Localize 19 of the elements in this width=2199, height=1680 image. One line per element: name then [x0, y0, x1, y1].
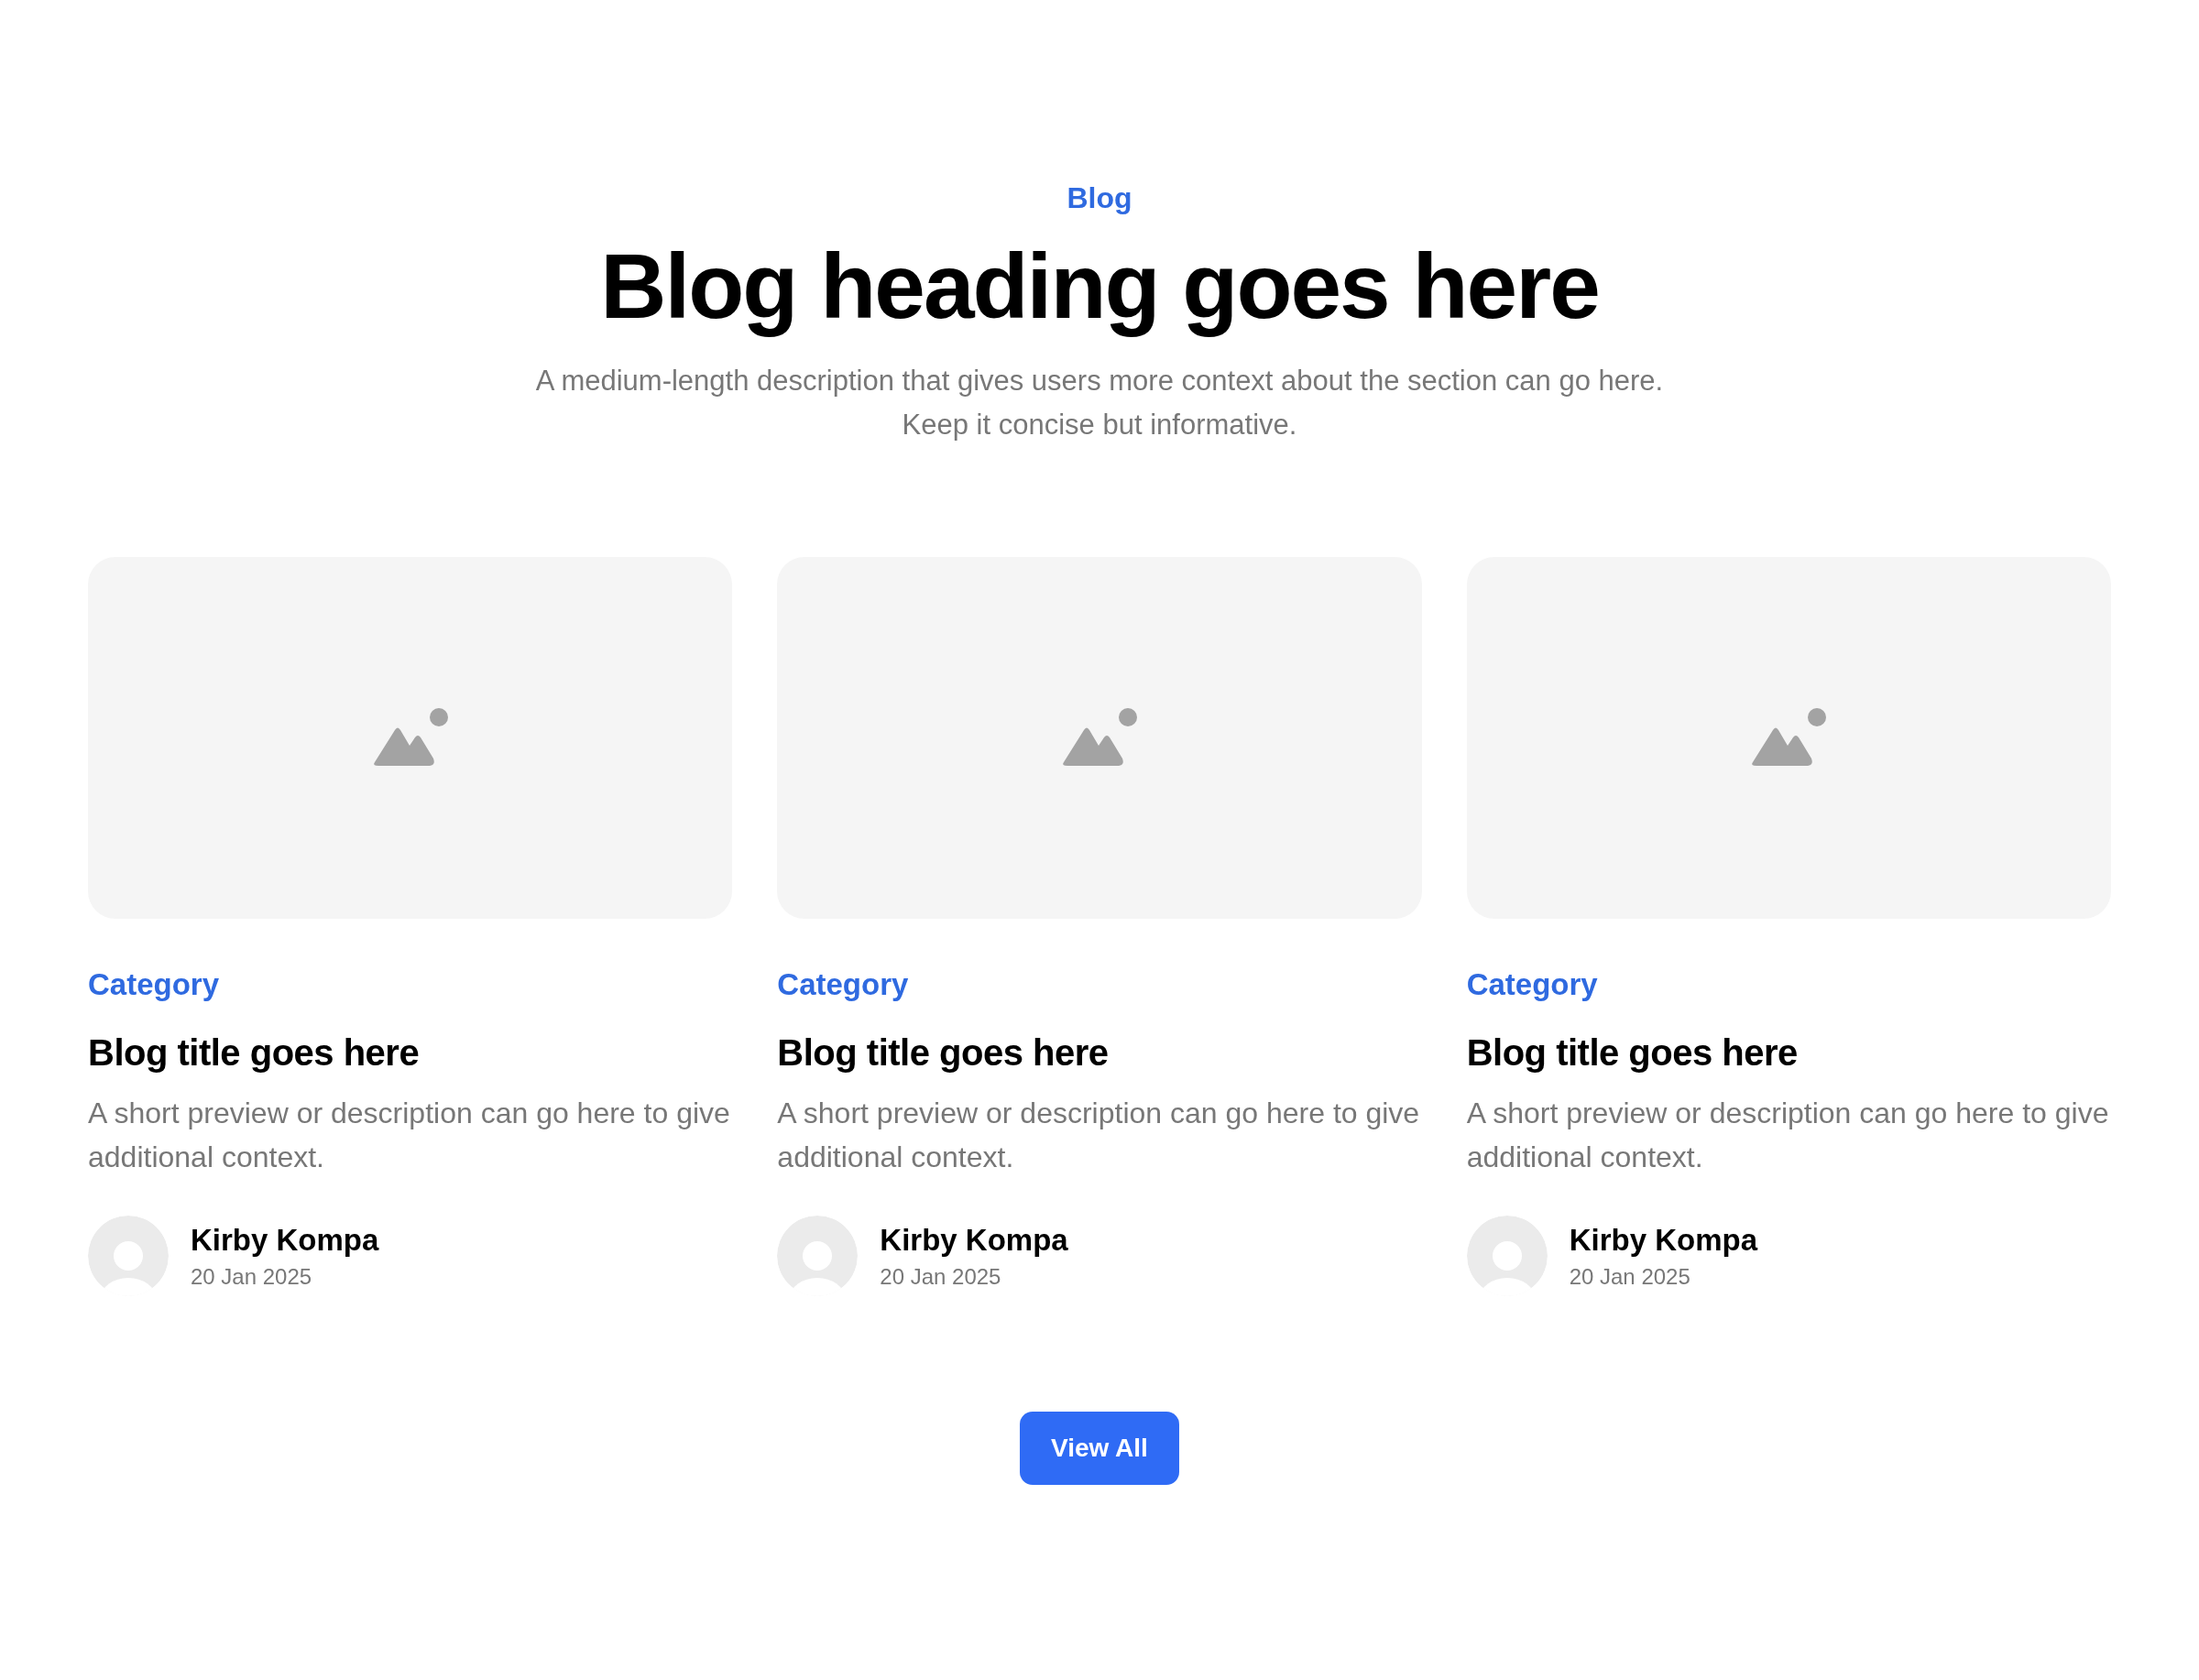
post-title[interactable]: Blog title goes here [777, 1031, 1422, 1075]
post-title[interactable]: Blog title goes here [88, 1031, 733, 1075]
post-category[interactable]: Category [777, 966, 1422, 1003]
section-description: A medium-length description that gives users more context about the section can go here. Keep it concise but informative. [534, 364, 1665, 442]
section-eyebrow: Blog [1067, 180, 1132, 216]
view-all-button[interactable]: View All [1020, 1412, 1179, 1485]
author-name: Kirby Kompa [1569, 1222, 1758, 1259]
section-heading: Blog heading goes here [600, 234, 1599, 339]
post-preview: A short preview or description can go here to give additional context. [777, 1096, 1421, 1175]
post-preview: A short preview or description can go here to give additional context. [1466, 1096, 2110, 1175]
author-name: Kirby Kompa [880, 1222, 1068, 1259]
post-category[interactable]: Category [1466, 966, 2111, 1003]
post-title[interactable]: Blog title goes here [1466, 1031, 2111, 1075]
post-date: 20 Jan 2025 [1569, 1263, 1691, 1291]
author-name: Kirby Kompa [191, 1222, 379, 1259]
post-date: 20 Jan 2025 [191, 1263, 313, 1291]
post-category[interactable]: Category [88, 966, 733, 1003]
post-date: 20 Jan 2025 [880, 1263, 1002, 1291]
post-preview: A short preview or description can go here to give additional context. [88, 1096, 731, 1175]
